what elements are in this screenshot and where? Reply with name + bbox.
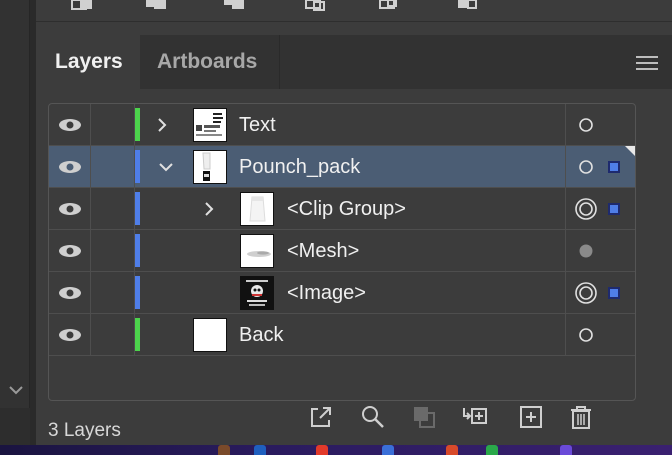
align-icon[interactable] xyxy=(304,0,330,12)
eye-icon xyxy=(59,203,81,215)
target-cell[interactable] xyxy=(565,104,635,145)
layer-thumbnail xyxy=(193,108,227,142)
eye-icon xyxy=(59,287,81,299)
lock-toggle[interactable] xyxy=(91,272,135,313)
layer-name[interactable]: Back xyxy=(239,314,283,356)
target-cell[interactable] xyxy=(565,188,635,229)
layer-color-bar xyxy=(135,318,140,351)
layer-name[interactable]: Text xyxy=(239,104,276,146)
visibility-toggle[interactable] xyxy=(49,230,91,271)
align-icon[interactable] xyxy=(376,0,402,12)
trash-icon[interactable] xyxy=(568,404,594,430)
dock-app-icon[interactable] xyxy=(560,445,572,455)
target-circle-icon[interactable] xyxy=(578,327,594,343)
target-double-circle-icon[interactable] xyxy=(574,197,598,221)
layer-color-bar xyxy=(135,234,140,267)
make-clipping-mask-icon[interactable] xyxy=(411,404,437,430)
layers-panel: Layers Artboards Text Pounch_pack <Clip … xyxy=(36,0,672,445)
export-icon[interactable] xyxy=(308,404,334,430)
target-double-circle-icon[interactable] xyxy=(574,281,598,305)
hamburger-menu-icon[interactable] xyxy=(636,55,658,71)
selection-indicator[interactable] xyxy=(608,287,620,299)
layer-row-pounch-pack[interactable]: Pounch_pack xyxy=(49,146,635,188)
layer-color-bar xyxy=(135,192,140,225)
layer-thumbnail xyxy=(193,150,227,184)
target-cell[interactable] xyxy=(565,230,635,271)
tab-artboards[interactable]: Artboards xyxy=(140,35,280,89)
new-layer-icon[interactable] xyxy=(518,404,544,430)
lock-toggle[interactable] xyxy=(91,230,135,271)
lock-toggle[interactable] xyxy=(91,314,135,355)
chevron-right-icon[interactable] xyxy=(201,201,217,217)
align-icon[interactable] xyxy=(454,0,480,12)
align-icon[interactable] xyxy=(142,0,168,12)
target-circle-icon[interactable] xyxy=(578,159,594,175)
selection-indicator[interactable] xyxy=(608,203,620,215)
dock-app-icon[interactable] xyxy=(382,445,394,455)
panel-tabbar: Layers Artboards xyxy=(36,35,672,89)
layer-name[interactable]: Pounch_pack xyxy=(239,146,360,188)
target-filled-icon[interactable] xyxy=(578,243,594,259)
layer-name[interactable]: <Clip Group> xyxy=(287,188,406,230)
create-sublayer-icon[interactable] xyxy=(462,404,488,430)
lock-toggle[interactable] xyxy=(91,188,135,229)
layer-count-label: 3 Layers xyxy=(48,420,121,441)
visibility-toggle[interactable] xyxy=(49,146,91,187)
layer-row-text[interactable]: Text xyxy=(49,104,635,146)
lock-toggle[interactable] xyxy=(91,104,135,145)
dock-app-icon[interactable] xyxy=(486,445,498,455)
target-circle-icon[interactable] xyxy=(578,117,594,133)
align-icon[interactable] xyxy=(222,0,248,12)
dock-app-icon[interactable] xyxy=(254,445,266,455)
target-cell[interactable] xyxy=(565,146,635,187)
visibility-toggle[interactable] xyxy=(49,104,91,145)
layer-row-mesh[interactable]: <Mesh> xyxy=(49,230,635,272)
dock-app-icon[interactable] xyxy=(316,445,328,455)
eye-icon xyxy=(59,119,81,131)
visibility-toggle[interactable] xyxy=(49,314,91,355)
align-icon[interactable] xyxy=(68,0,94,12)
chevron-right-icon[interactable] xyxy=(154,117,170,133)
align-toolbar xyxy=(36,0,672,22)
eye-icon xyxy=(59,161,81,173)
search-icon[interactable] xyxy=(360,404,386,430)
lock-toggle[interactable] xyxy=(91,146,135,187)
chevron-down-icon[interactable] xyxy=(6,380,26,400)
system-dock xyxy=(0,445,672,455)
layer-row-clip-group[interactable]: <Clip Group> xyxy=(49,188,635,230)
eye-icon xyxy=(59,245,81,257)
layer-color-bar xyxy=(135,276,140,309)
chevron-down-icon[interactable] xyxy=(158,159,174,175)
layer-thumbnail xyxy=(240,276,274,310)
selection-indicator[interactable] xyxy=(608,161,620,173)
layer-color-bar xyxy=(135,150,140,183)
layer-color-bar xyxy=(135,108,140,141)
visibility-toggle[interactable] xyxy=(49,272,91,313)
eye-icon xyxy=(59,329,81,341)
layers-list: Text Pounch_pack <Clip Group> <Mesh> <Im… xyxy=(48,103,636,401)
layer-thumbnail xyxy=(240,234,274,268)
dock-app-icon[interactable] xyxy=(446,445,458,455)
left-dock-strip xyxy=(0,0,30,408)
layer-row-back[interactable]: Back xyxy=(49,314,635,356)
layer-thumbnail xyxy=(240,192,274,226)
tab-layers[interactable]: Layers xyxy=(36,35,140,89)
current-layer-marker xyxy=(625,146,635,158)
target-cell[interactable] xyxy=(565,272,635,313)
visibility-toggle[interactable] xyxy=(49,188,91,229)
layer-row-image[interactable]: <Image> xyxy=(49,272,635,314)
dock-app-icon[interactable] xyxy=(218,445,230,455)
layer-name[interactable]: <Mesh> xyxy=(287,230,359,272)
layer-thumbnail xyxy=(193,318,227,352)
target-cell[interactable] xyxy=(565,314,635,355)
layer-name[interactable]: <Image> xyxy=(287,272,366,314)
